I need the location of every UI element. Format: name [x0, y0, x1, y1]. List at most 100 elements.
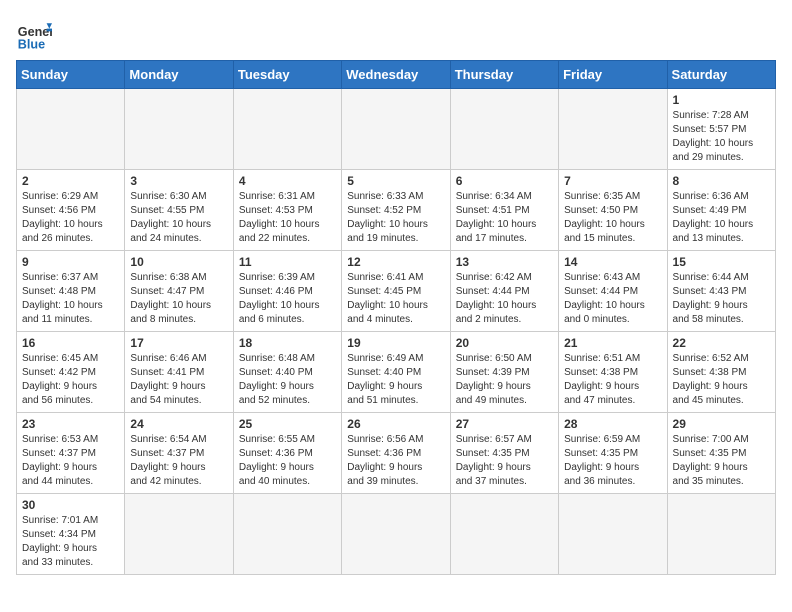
- weekday-header-sunday: Sunday: [17, 61, 125, 89]
- day-number: 30: [22, 498, 119, 512]
- calendar-cell: 20 Sunrise: 6:50 AM Sunset: 4:39 PM Dayli…: [450, 332, 558, 413]
- day-number: 12: [347, 255, 444, 269]
- day-number: 18: [239, 336, 336, 350]
- calendar-cell: 5 Sunrise: 6:33 AM Sunset: 4:52 PM Daylig…: [342, 170, 450, 251]
- calendar-cell: 12 Sunrise: 6:41 AM Sunset: 4:45 PM Dayli…: [342, 251, 450, 332]
- day-info: Sunrise: 6:54 AM Sunset: 4:37 PM Dayligh…: [130, 433, 227, 489]
- svg-text:Blue: Blue: [18, 37, 45, 51]
- day-number: 25: [239, 417, 336, 431]
- weekday-header-thursday: Thursday: [450, 61, 558, 89]
- calendar-cell: 7Sunrise: 6:35 AM Sunset: 4:50 PM Daylig…: [559, 170, 667, 251]
- calendar-cell: 25 Sunrise: 6:55 AM Sunset: 4:36 PM Dayli…: [233, 413, 341, 494]
- calendar-cell: [233, 89, 341, 170]
- day-info: Sunrise: 6:49 AM Sunset: 4:40 PM Dayligh…: [347, 352, 444, 408]
- calendar-cell: 18Sunrise: 6:48 AM Sunset: 4:40 PM Dayli…: [233, 332, 341, 413]
- day-number: 26: [347, 417, 444, 431]
- calendar-cell: [559, 89, 667, 170]
- weekday-header-friday: Friday: [559, 61, 667, 89]
- day-number: 5: [347, 174, 444, 188]
- day-info: Sunrise: 6:39 AM Sunset: 4:46 PM Dayligh…: [239, 271, 336, 327]
- calendar-cell: [342, 89, 450, 170]
- day-number: 24: [130, 417, 227, 431]
- day-info: Sunrise: 6:42 AM Sunset: 4:44 PM Dayligh…: [456, 271, 553, 327]
- page-header: General Blue: [16, 16, 776, 52]
- calendar-cell: [125, 89, 233, 170]
- day-number: 13: [456, 255, 553, 269]
- calendar-cell: 6Sunrise: 6:34 AM Sunset: 4:51 PM Daylig…: [450, 170, 558, 251]
- day-info: Sunrise: 6:29 AM Sunset: 4:56 PM Dayligh…: [22, 190, 119, 246]
- week-row-2: 9Sunrise: 6:37 AM Sunset: 4:48 PM Daylig…: [17, 251, 776, 332]
- calendar-cell: [450, 494, 558, 575]
- calendar-cell: 14 Sunrise: 6:43 AM Sunset: 4:44 PM Dayli…: [559, 251, 667, 332]
- day-number: 15: [673, 255, 770, 269]
- calendar-cell: 10Sunrise: 6:38 AM Sunset: 4:47 PM Dayli…: [125, 251, 233, 332]
- calendar-cell: 28 Sunrise: 6:59 AM Sunset: 4:35 PM Dayli…: [559, 413, 667, 494]
- calendar-cell: [342, 494, 450, 575]
- calendar-cell: 30 Sunrise: 7:01 AM Sunset: 4:34 PM Dayli…: [17, 494, 125, 575]
- week-row-4: 23Sunrise: 6:53 AM Sunset: 4:37 PM Dayli…: [17, 413, 776, 494]
- week-row-1: 2Sunrise: 6:29 AM Sunset: 4:56 PM Daylig…: [17, 170, 776, 251]
- calendar-cell: 9Sunrise: 6:37 AM Sunset: 4:48 PM Daylig…: [17, 251, 125, 332]
- day-number: 19: [347, 336, 444, 350]
- day-info: Sunrise: 7:00 AM Sunset: 4:35 PM Dayligh…: [673, 433, 770, 489]
- day-info: Sunrise: 7:28 AM Sunset: 5:57 PM Dayligh…: [673, 109, 770, 165]
- day-info: Sunrise: 6:34 AM Sunset: 4:51 PM Dayligh…: [456, 190, 553, 246]
- calendar-cell: 19 Sunrise: 6:49 AM Sunset: 4:40 PM Dayli…: [342, 332, 450, 413]
- week-row-3: 16Sunrise: 6:45 AM Sunset: 4:42 PM Dayli…: [17, 332, 776, 413]
- day-number: 9: [22, 255, 119, 269]
- day-info: Sunrise: 6:46 AM Sunset: 4:41 PM Dayligh…: [130, 352, 227, 408]
- day-number: 1: [673, 93, 770, 107]
- calendar-cell: 1 Sunrise: 7:28 AM Sunset: 5:57 PM Daylig…: [667, 89, 775, 170]
- day-number: 8: [673, 174, 770, 188]
- day-info: Sunrise: 6:59 AM Sunset: 4:35 PM Dayligh…: [564, 433, 661, 489]
- day-number: 27: [456, 417, 553, 431]
- calendar-cell: 17 Sunrise: 6:46 AM Sunset: 4:41 PM Dayli…: [125, 332, 233, 413]
- day-number: 3: [130, 174, 227, 188]
- day-number: 7: [564, 174, 661, 188]
- day-number: 4: [239, 174, 336, 188]
- weekday-header-wednesday: Wednesday: [342, 61, 450, 89]
- calendar-cell: [17, 89, 125, 170]
- day-info: Sunrise: 6:52 AM Sunset: 4:38 PM Dayligh…: [673, 352, 770, 408]
- day-number: 10: [130, 255, 227, 269]
- calendar-table: SundayMondayTuesdayWednesdayThursdayFrid…: [16, 60, 776, 575]
- weekday-header-tuesday: Tuesday: [233, 61, 341, 89]
- calendar-cell: 13 Sunrise: 6:42 AM Sunset: 4:44 PM Dayli…: [450, 251, 558, 332]
- weekday-header-monday: Monday: [125, 61, 233, 89]
- calendar-cell: 23Sunrise: 6:53 AM Sunset: 4:37 PM Dayli…: [17, 413, 125, 494]
- day-info: Sunrise: 6:56 AM Sunset: 4:36 PM Dayligh…: [347, 433, 444, 489]
- calendar-cell: 26 Sunrise: 6:56 AM Sunset: 4:36 PM Dayli…: [342, 413, 450, 494]
- calendar-cell: 22 Sunrise: 6:52 AM Sunset: 4:38 PM Dayli…: [667, 332, 775, 413]
- weekday-header-row: SundayMondayTuesdayWednesdayThursdayFrid…: [17, 61, 776, 89]
- day-info: Sunrise: 6:30 AM Sunset: 4:55 PM Dayligh…: [130, 190, 227, 246]
- day-number: 11: [239, 255, 336, 269]
- day-info: Sunrise: 6:50 AM Sunset: 4:39 PM Dayligh…: [456, 352, 553, 408]
- day-info: Sunrise: 6:41 AM Sunset: 4:45 PM Dayligh…: [347, 271, 444, 327]
- calendar-cell: 3 Sunrise: 6:30 AM Sunset: 4:55 PM Daylig…: [125, 170, 233, 251]
- day-info: Sunrise: 6:36 AM Sunset: 4:49 PM Dayligh…: [673, 190, 770, 246]
- day-info: Sunrise: 7:01 AM Sunset: 4:34 PM Dayligh…: [22, 514, 119, 570]
- day-info: Sunrise: 6:33 AM Sunset: 4:52 PM Dayligh…: [347, 190, 444, 246]
- calendar-cell: [125, 494, 233, 575]
- week-row-0: 1 Sunrise: 7:28 AM Sunset: 5:57 PM Daylig…: [17, 89, 776, 170]
- weekday-header-saturday: Saturday: [667, 61, 775, 89]
- calendar-cell: [667, 494, 775, 575]
- logo: General Blue: [16, 16, 52, 52]
- day-info: Sunrise: 6:51 AM Sunset: 4:38 PM Dayligh…: [564, 352, 661, 408]
- day-number: 21: [564, 336, 661, 350]
- calendar-cell: 4 Sunrise: 6:31 AM Sunset: 4:53 PM Daylig…: [233, 170, 341, 251]
- calendar-cell: [450, 89, 558, 170]
- day-info: Sunrise: 6:43 AM Sunset: 4:44 PM Dayligh…: [564, 271, 661, 327]
- day-number: 20: [456, 336, 553, 350]
- day-info: Sunrise: 6:55 AM Sunset: 4:36 PM Dayligh…: [239, 433, 336, 489]
- day-info: Sunrise: 6:31 AM Sunset: 4:53 PM Dayligh…: [239, 190, 336, 246]
- day-number: 28: [564, 417, 661, 431]
- day-info: Sunrise: 6:44 AM Sunset: 4:43 PM Dayligh…: [673, 271, 770, 327]
- calendar-cell: 8 Sunrise: 6:36 AM Sunset: 4:49 PM Daylig…: [667, 170, 775, 251]
- day-number: 22: [673, 336, 770, 350]
- day-number: 17: [130, 336, 227, 350]
- calendar-cell: 15 Sunrise: 6:44 AM Sunset: 4:43 PM Dayli…: [667, 251, 775, 332]
- week-row-5: 30 Sunrise: 7:01 AM Sunset: 4:34 PM Dayli…: [17, 494, 776, 575]
- day-info: Sunrise: 6:57 AM Sunset: 4:35 PM Dayligh…: [456, 433, 553, 489]
- day-number: 14: [564, 255, 661, 269]
